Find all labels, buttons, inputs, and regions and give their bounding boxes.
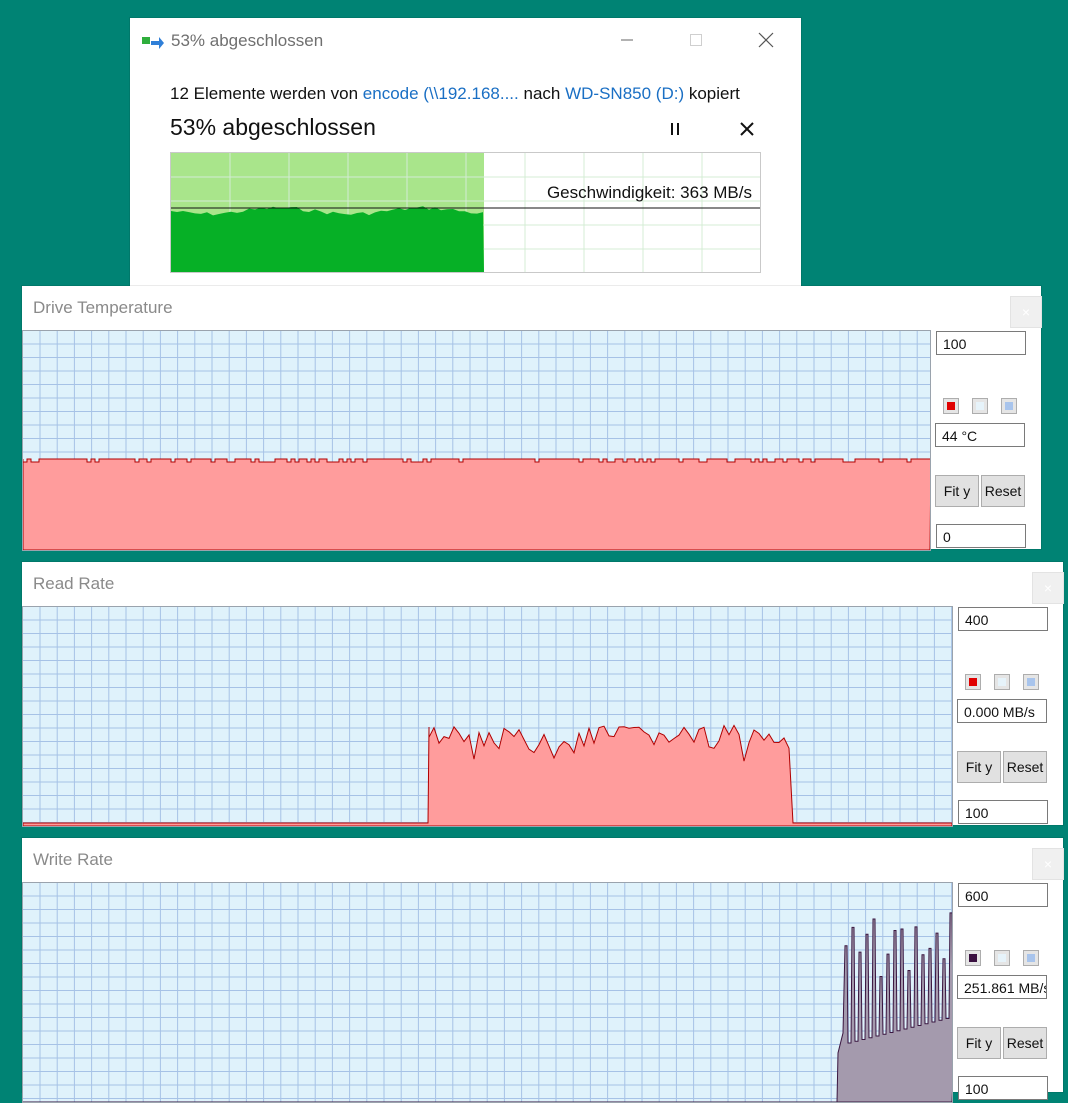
- temperature-plot: [22, 330, 931, 551]
- copy-description: 12 Elemente werden von encode (\\192.168…: [170, 84, 740, 104]
- copy-progress-dialog: 53% abgeschlossen 12 Elemente werden von…: [130, 18, 801, 286]
- close-icon[interactable]: [743, 28, 789, 52]
- y-min-field[interactable]: 100: [958, 800, 1048, 824]
- line-color-swatch[interactable]: [943, 398, 959, 414]
- speed-chart: [171, 153, 760, 272]
- pause-icon: [671, 123, 679, 135]
- speed-label: Geschwindigkeit: 363 MB/s: [546, 183, 752, 202]
- desc-prefix: 12 Elemente werden von: [170, 84, 359, 103]
- grid-color-swatch[interactable]: [1001, 398, 1017, 414]
- speed-area: [171, 206, 484, 272]
- maximize-icon[interactable]: [673, 28, 719, 52]
- line-color-swatch[interactable]: [965, 674, 981, 690]
- close-icon: [740, 122, 754, 136]
- file-copy-icon: [142, 35, 164, 49]
- desc-mid: nach: [523, 84, 561, 103]
- fit-y-button[interactable]: Fit y: [957, 1027, 1001, 1059]
- current-value-field: 0.000 MB/s: [957, 699, 1047, 723]
- current-value-field: 44 °C: [935, 423, 1025, 447]
- reset-button[interactable]: Reset: [1003, 751, 1047, 783]
- read-rate-graph: [23, 607, 952, 826]
- y-max-field[interactable]: 100: [936, 331, 1026, 355]
- y-max-field[interactable]: 400: [958, 607, 1048, 631]
- temperature-graph: [23, 331, 930, 550]
- reset-button[interactable]: Reset: [981, 475, 1025, 507]
- plot-grid: [23, 883, 952, 1102]
- read-rate-area: [23, 724, 952, 826]
- close-icon[interactable]: ×: [1032, 848, 1064, 880]
- progress-heading: 53% abgeschlossen: [170, 114, 376, 140]
- grid-color-swatch[interactable]: [1023, 950, 1039, 966]
- write-rate-window: Write Rate × 600 251.861 MB/s Fit y Rese…: [22, 838, 1064, 1103]
- destination-link[interactable]: WD-SN850 (D:): [565, 84, 684, 103]
- transfer-speed-graph: Geschwindigkeit: 363 MB/s: [170, 152, 761, 273]
- y-min-field[interactable]: 0: [936, 524, 1026, 548]
- monitor-title: Write Rate: [33, 850, 113, 869]
- close-icon[interactable]: ×: [1010, 296, 1042, 328]
- close-icon[interactable]: ×: [1032, 572, 1064, 604]
- y-min-field[interactable]: 100: [958, 1076, 1048, 1100]
- read-rate-window: Read Rate × 400 0.000 MB/s Fit y Reset 1…: [22, 562, 1064, 827]
- window-title: 53% abgeschlossen: [171, 31, 324, 50]
- write-rate-plot: [22, 882, 953, 1103]
- title-bar[interactable]: 53% abgeschlossen: [130, 18, 801, 62]
- temperature-area: [23, 458, 930, 550]
- line-color-swatch[interactable]: [965, 950, 981, 966]
- desc-suffix: kopiert: [688, 84, 740, 103]
- fit-y-button[interactable]: Fit y: [957, 751, 1001, 783]
- y-max-field[interactable]: 600: [958, 883, 1048, 907]
- read-rate-plot: [22, 606, 953, 827]
- reset-button[interactable]: Reset: [1003, 1027, 1047, 1059]
- write-rate-graph: [23, 883, 952, 1102]
- cancel-button[interactable]: [732, 118, 762, 140]
- background-color-swatch[interactable]: [994, 950, 1010, 966]
- monitor-title: Read Rate: [33, 574, 115, 593]
- background-color-swatch[interactable]: [994, 674, 1010, 690]
- grid-color-swatch[interactable]: [1023, 674, 1039, 690]
- background-color-swatch[interactable]: [972, 398, 988, 414]
- pause-button[interactable]: [660, 118, 690, 140]
- drive-temperature-window: Drive Temperature × 100 44 °C Fit y Rese…: [22, 286, 1042, 551]
- minimize-icon[interactable]: [604, 28, 650, 52]
- current-value-field: 251.861 MB/s: [957, 975, 1047, 999]
- fit-y-button[interactable]: Fit y: [935, 475, 979, 507]
- source-link[interactable]: encode (\\192.168....: [363, 84, 519, 103]
- monitor-title: Drive Temperature: [33, 298, 173, 317]
